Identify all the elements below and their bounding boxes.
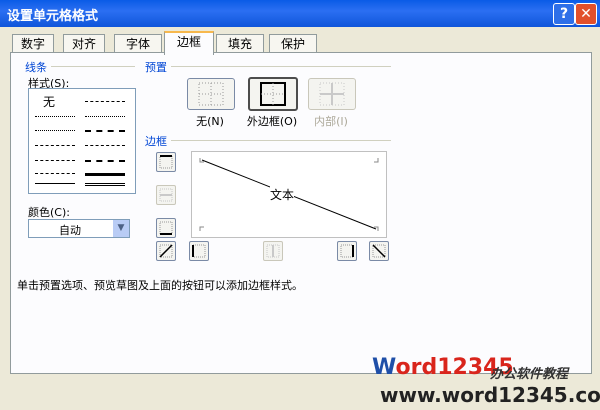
line-style-option[interactable] [85,160,125,162]
tab-protection[interactable]: 保护 [269,34,317,53]
border-diagonal-up-button[interactable] [156,241,176,261]
border-group-divider [171,140,391,141]
tab-number[interactable]: 数字 [12,34,54,53]
border-bottom-button[interactable] [156,218,176,238]
border-right-button[interactable] [337,241,357,261]
border-outline-icon [260,82,286,106]
border-left-button[interactable] [189,241,209,261]
tab-border[interactable]: 边框 [164,31,214,55]
preset-outline-button[interactable] [248,77,298,111]
line-style-option[interactable] [85,183,125,186]
line-style-list[interactable]: 无 [28,88,136,194]
preset-none-label: 无(N) [196,115,224,128]
presets-group-divider [171,66,391,67]
color-dropdown[interactable]: 自动 ▼ [28,219,130,238]
line-style-option[interactable] [35,173,75,174]
line-style-option[interactable] [85,130,125,132]
close-button[interactable]: ✕ [575,3,597,25]
preset-inside-button[interactable] [308,78,356,110]
line-style-option[interactable] [85,116,125,117]
title-bar: 设置单元格格式 ? ✕ [0,0,600,27]
line-style-option[interactable] [35,116,75,117]
tab-font[interactable]: 字体 [114,34,162,53]
border-left-icon [192,244,206,258]
line-style-option[interactable] [35,130,75,131]
watermark-url: www.word12345.com [380,383,600,407]
border-preview[interactable]: 文本 [191,151,387,238]
window-title: 设置单元格格式 [7,9,99,24]
presets-group-title: 预置 [145,61,167,74]
color-label: 颜色(C): [28,206,70,219]
line-style-none[interactable]: 无 [43,93,55,110]
preset-inside-label: 内部(I) [314,115,348,128]
preview-text: 文本 [270,186,295,203]
line-style-option[interactable] [35,183,75,184]
color-value: 自动 [59,224,81,237]
border-bottom-icon [159,221,173,235]
line-style-option[interactable] [35,160,75,161]
border-inside-icon [319,82,345,106]
border-top-icon [159,155,173,169]
border-top-button[interactable] [156,152,176,172]
preset-none-button[interactable] [187,78,235,110]
help-button[interactable]: ? [553,3,575,25]
watermark-tagline: 办公软件教程 [490,367,569,382]
line-group-title: 线条 [25,61,47,74]
tab-fill[interactable]: 填充 [216,34,264,53]
border-group-title: 边框 [145,135,167,148]
border-tab-panel: 线条 样式(S): 无 颜色(C): 自动 ▼ 预置 无(N) 外边框(O) 内… [10,52,592,374]
border-right-icon [340,244,354,258]
border-inside-vertical-button[interactable] [263,241,283,261]
line-style-option[interactable] [85,173,125,176]
line-style-option[interactable] [85,101,125,102]
hint-text: 单击预置选项、预览草图及上面的按钮可以添加边框样式。 [17,279,303,292]
border-inside-horizontal-button[interactable] [156,185,176,205]
chevron-down-icon[interactable]: ▼ [113,220,129,237]
border-none-icon [198,82,224,106]
diagonal-down-icon [372,244,386,258]
border-diagonal-down-button[interactable] [369,241,389,261]
diagonal-up-icon [159,244,173,258]
line-style-option[interactable] [85,145,125,146]
border-inside-horizontal-icon [159,188,173,202]
line-style-option[interactable] [35,145,75,146]
tab-alignment[interactable]: 对齐 [63,34,105,53]
line-group-divider [51,66,135,67]
border-inside-vertical-icon [266,244,280,258]
